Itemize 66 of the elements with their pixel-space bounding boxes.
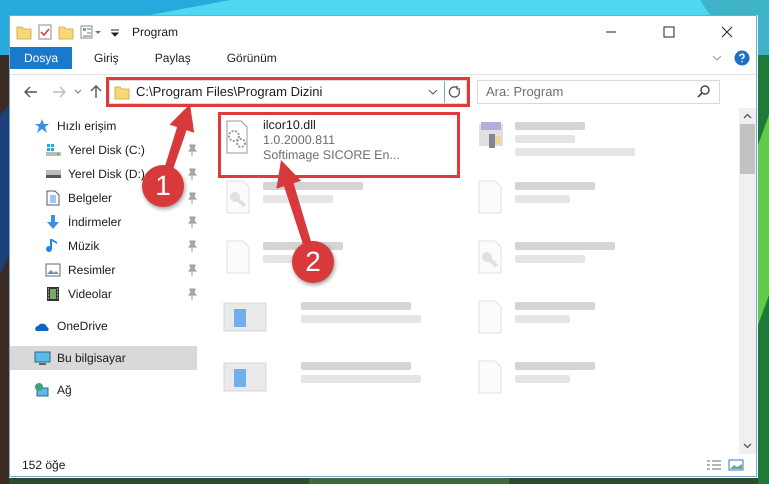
- help-icon[interactable]: [734, 50, 750, 66]
- blurred-text-bar: [515, 315, 570, 323]
- blurred-text-bar: [515, 122, 585, 130]
- file-detail: 1.0.2000.811: [263, 133, 336, 148]
- ribbon-tab[interactable]: Görünüm: [212, 47, 291, 69]
- item-count: 152 öğe: [22, 457, 66, 474]
- pin-icon[interactable]: [187, 288, 197, 300]
- layout-icon[interactable]: [80, 24, 104, 40]
- network-icon: [34, 382, 51, 398]
- close-icon: [721, 26, 733, 38]
- nav-item[interactable]: Müzik: [10, 234, 100, 258]
- nav-item[interactable]: İndirmeler: [10, 210, 122, 234]
- file-name: ilcor10.dll: [263, 118, 317, 133]
- blurred-text-bar: [515, 195, 570, 203]
- nav-item[interactable]: Videolar: [10, 282, 112, 306]
- scroll-down-icon[interactable]: [743, 443, 752, 449]
- folder-icon[interactable]: [16, 24, 32, 40]
- dropdown-caret-icon[interactable]: [428, 88, 438, 96]
- folder-icon: [114, 84, 130, 100]
- film-icon: [45, 286, 62, 302]
- nav-item[interactable]: Yerel Disk (D:): [10, 162, 145, 186]
- pin-icon[interactable]: [187, 168, 197, 180]
- ribbon-tab[interactable]: Paylaş: [140, 47, 205, 69]
- caret-icon: [74, 88, 82, 94]
- pin-icon[interactable]: [187, 192, 197, 204]
- nav-item[interactable]: Hızlı erişim: [10, 114, 116, 138]
- scroll-up-icon[interactable]: [743, 113, 752, 119]
- search-icon[interactable]: [697, 85, 710, 98]
- refresh-icon[interactable]: [448, 84, 462, 98]
- blurred-text-bar: [515, 255, 585, 263]
- new-folder-icon[interactable]: [58, 24, 74, 40]
- tiles-view-icon[interactable]: [728, 459, 744, 471]
- nav-item[interactable]: Bu bilgisayar: [10, 346, 197, 370]
- pin-icon[interactable]: [187, 216, 197, 228]
- blurred-text-bar: [515, 135, 575, 143]
- details-view-icon[interactable]: [706, 459, 722, 471]
- expand-ribbon-icon[interactable]: [712, 54, 722, 62]
- drive-icon: [45, 142, 62, 158]
- pin-icon[interactable]: [187, 240, 197, 252]
- search-field[interactable]: Ara: Program: [477, 80, 720, 104]
- maximize-icon: [663, 26, 675, 38]
- nav-item[interactable]: Ağ: [10, 378, 72, 402]
- pin-icon[interactable]: [187, 264, 197, 276]
- star-icon: [34, 118, 51, 134]
- up-arrow-icon: [90, 84, 102, 98]
- download-arrow-icon: [45, 214, 62, 230]
- properties-icon[interactable]: [38, 24, 52, 40]
- document-icon: [45, 190, 62, 206]
- pin-icon[interactable]: [187, 144, 197, 156]
- file-detail: Softimage SICORE En...: [263, 148, 400, 163]
- nav-item[interactable]: Belgeler: [10, 186, 112, 210]
- file-tile[interactable]: ilcor10.dll 1.0.2000.811 Softimage SICORE En...: [221, 115, 457, 175]
- back-arrow-icon: [24, 86, 38, 98]
- computer-icon: [34, 350, 51, 366]
- nav-item[interactable]: Resimler: [10, 258, 116, 282]
- address-path: C:\Program Files\Program Dizini: [136, 82, 324, 101]
- forward-arrow-icon: [52, 86, 66, 98]
- scrollbar[interactable]: [739, 108, 756, 454]
- nav-item[interactable]: OneDrive: [10, 314, 108, 338]
- scroll-thumb[interactable]: [740, 124, 755, 174]
- blurred-text-bar: [515, 375, 570, 383]
- picture-icon: [45, 262, 62, 278]
- window-title: Program: [132, 24, 178, 40]
- ribbon-tab[interactable]: Giriş: [80, 47, 133, 69]
- nav-item[interactable]: Yerel Disk (C:): [10, 138, 145, 162]
- ribbon-tab[interactable]: Dosya: [10, 47, 72, 69]
